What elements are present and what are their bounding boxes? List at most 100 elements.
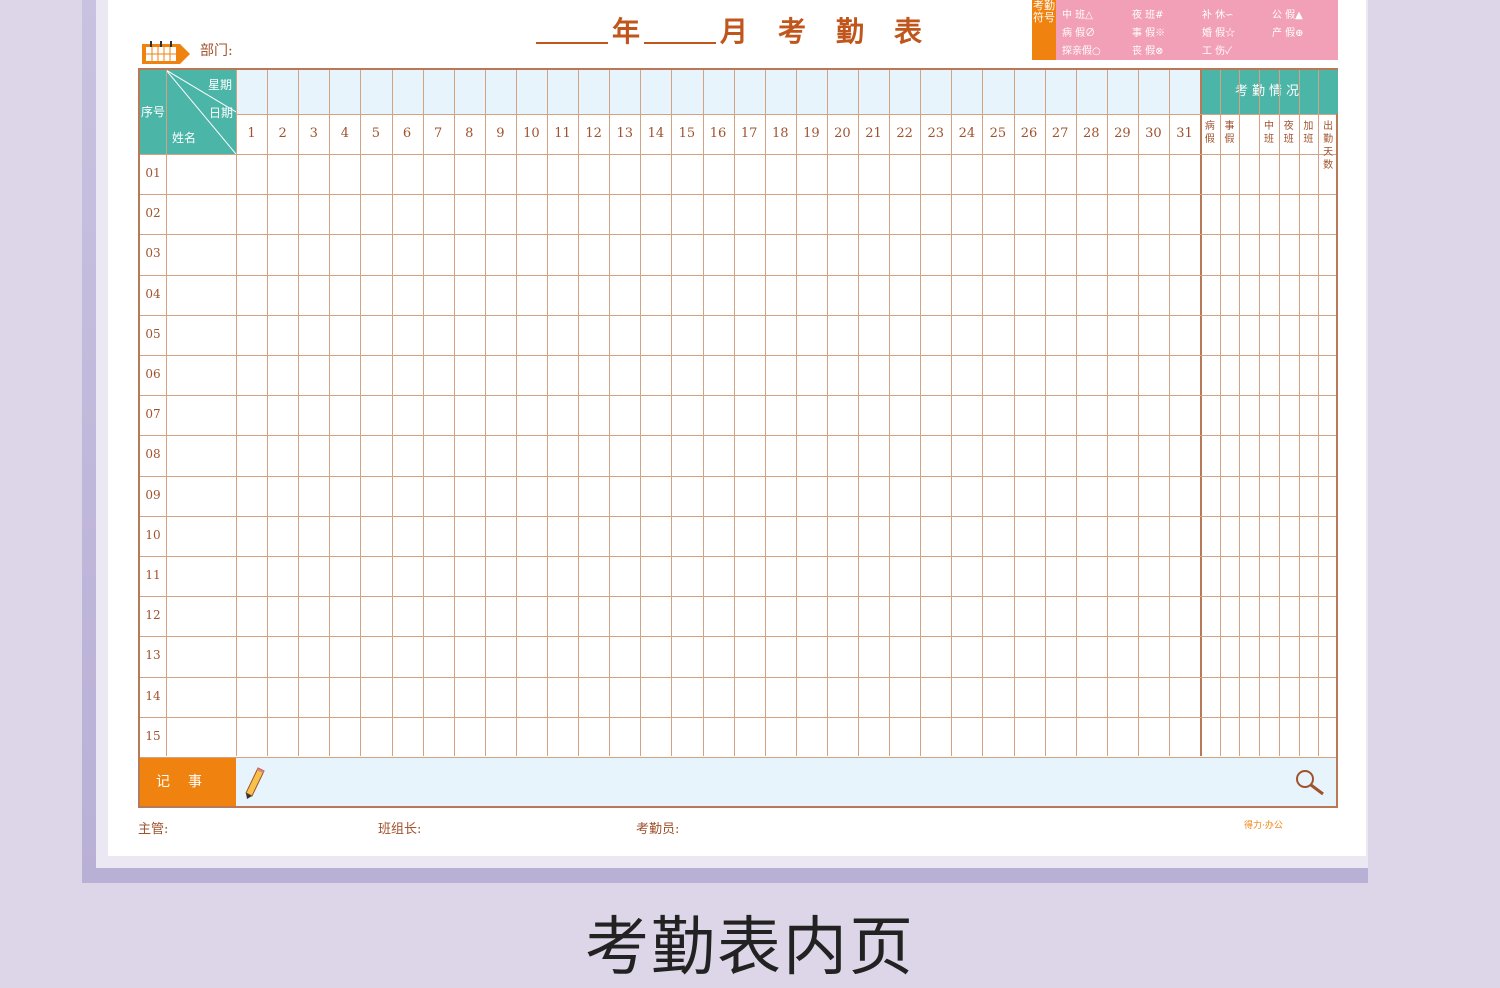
- week-cell[interactable]: [267, 70, 298, 114]
- week-row: [236, 70, 1200, 114]
- week-cell[interactable]: [795, 70, 827, 114]
- week-cell[interactable]: [578, 70, 609, 114]
- grid-vline: [484, 70, 486, 756]
- week-cell[interactable]: [702, 70, 734, 114]
- week-cell[interactable]: [298, 70, 329, 114]
- legend-items: 中 班△ 夜 班# 补 休∽ 公 假▲ 病 假∅ 事 假※ 婚 假☆ 产 假⊕ 探亲假○ 丧 假⊗…: [1056, 0, 1338, 60]
- summary-column-label: [1239, 114, 1259, 154]
- row-number: 15: [145, 728, 161, 743]
- day-number: 30: [1145, 126, 1162, 141]
- legend-tag: 考勤符号: [1032, 0, 1056, 60]
- legend-item: 病 假∅: [1062, 28, 1096, 39]
- grid-hline: [140, 395, 1336, 397]
- week-cell[interactable]: [826, 70, 858, 114]
- grid-vline: [267, 70, 269, 756]
- grid-hline: [140, 314, 1336, 316]
- legend-item: 丧 假⊗: [1132, 46, 1164, 57]
- grid-vline: [858, 70, 859, 756]
- row-number: 01: [145, 166, 161, 180]
- day-number: 21: [865, 126, 882, 141]
- day-number: 31: [1176, 126, 1193, 141]
- week-cell[interactable]: [1013, 70, 1045, 114]
- grid-vline: [453, 70, 455, 756]
- week-cell[interactable]: [764, 70, 796, 114]
- week-cell[interactable]: [1169, 70, 1200, 114]
- grid-vline: [640, 70, 642, 756]
- row-number: 06: [145, 367, 161, 381]
- title-text: 考勤表: [778, 15, 953, 48]
- week-cell[interactable]: [236, 70, 267, 114]
- row-number: 14: [145, 688, 161, 703]
- month-label: 月: [720, 15, 749, 48]
- grid-vline: [609, 70, 611, 756]
- week-cell[interactable]: [453, 70, 485, 114]
- week-cell[interactable]: [391, 70, 423, 114]
- week-cell[interactable]: [1137, 70, 1169, 114]
- day-number: 23: [927, 126, 944, 141]
- week-cell[interactable]: [360, 70, 391, 114]
- week-cell[interactable]: [1044, 70, 1076, 114]
- week-cell[interactable]: [422, 70, 454, 114]
- grid-vline: [166, 70, 167, 756]
- day-number: 25: [989, 126, 1007, 141]
- grid-vline: [1298, 70, 1300, 756]
- day-number: 24: [958, 126, 976, 141]
- week-cell[interactable]: [671, 70, 702, 114]
- week-cell[interactable]: [951, 70, 982, 114]
- summary-column-label: 病假: [1204, 121, 1215, 145]
- week-cell[interactable]: [609, 70, 640, 114]
- row-number: 02: [145, 206, 161, 221]
- grid-vline: [1137, 70, 1139, 756]
- grid-vline: [1075, 70, 1077, 756]
- grid-vline: [733, 70, 735, 756]
- grid-hline: [140, 154, 1336, 155]
- week-cell[interactable]: [1106, 70, 1138, 114]
- row-number: 10: [145, 527, 161, 542]
- legend-item: 探亲假○: [1062, 46, 1101, 57]
- week-cell[interactable]: [484, 70, 516, 114]
- week-cell[interactable]: [920, 70, 951, 114]
- grid-vline: [298, 70, 300, 756]
- week-cell[interactable]: [640, 70, 671, 114]
- grid-vline: [1219, 70, 1221, 756]
- day-number: 20: [834, 126, 851, 141]
- grid-vline: [951, 70, 953, 756]
- summary-column-label: 夜班: [1283, 121, 1294, 145]
- grid-vline: [1278, 70, 1280, 756]
- day-number: 10: [523, 126, 540, 141]
- day-number: 2: [278, 126, 287, 141]
- grid-vline: [547, 70, 548, 756]
- week-cell[interactable]: [1075, 70, 1107, 114]
- grid-hline: [140, 716, 1336, 718]
- grid-vline: [1200, 70, 1203, 756]
- day-number: 22: [896, 126, 913, 141]
- day-number: 4: [340, 126, 349, 141]
- week-cell[interactable]: [733, 70, 765, 114]
- week-cell[interactable]: [982, 70, 1013, 114]
- week-cell[interactable]: [547, 70, 578, 114]
- grid-hline: [140, 515, 1336, 517]
- notes-area[interactable]: [236, 758, 1336, 806]
- grid-vline: [889, 70, 891, 756]
- week-cell[interactable]: [889, 70, 920, 114]
- week-cell[interactable]: [329, 70, 360, 114]
- pencil-icon: [245, 767, 265, 799]
- grid-vline: [236, 70, 237, 756]
- week-cell[interactable]: [515, 70, 547, 114]
- year-blank: [536, 42, 608, 44]
- grid-hline: [140, 556, 1336, 557]
- row-number: 07: [145, 407, 161, 422]
- day-number: 7: [434, 126, 443, 141]
- brand-logo: 得力·办公: [1244, 821, 1283, 831]
- summary-column-label: 中班: [1263, 121, 1274, 145]
- date-header: 日期: [208, 106, 233, 120]
- grid-hline: [140, 355, 1336, 356]
- row-number: 13: [145, 648, 161, 663]
- row-number: 05: [145, 326, 161, 341]
- grid-vline: [764, 70, 766, 756]
- grid-vline: [1318, 70, 1320, 756]
- grid-vline: [702, 70, 704, 756]
- week-header: 星期: [207, 78, 232, 92]
- legend-item: 公 假▲: [1272, 10, 1303, 21]
- week-cell[interactable]: [858, 70, 889, 114]
